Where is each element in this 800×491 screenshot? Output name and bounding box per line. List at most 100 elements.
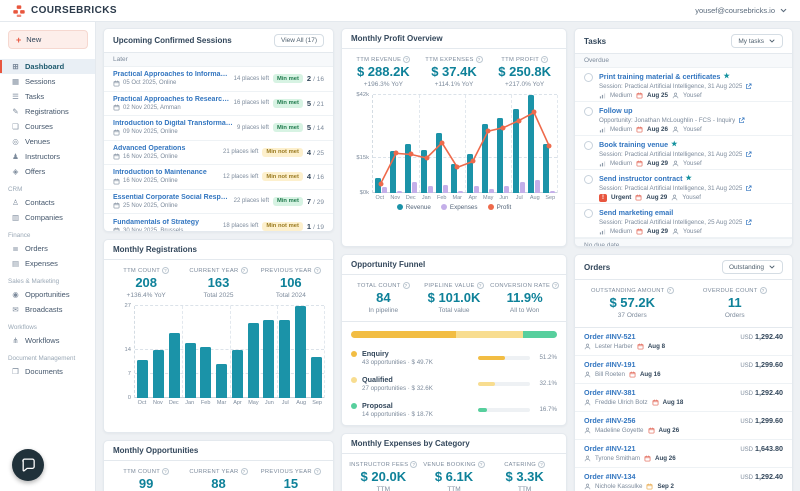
orders-filter-select[interactable]: Outstanding: [722, 260, 783, 274]
sidebar-item-expenses[interactable]: ▤Expenses: [0, 256, 95, 271]
help-icon[interactable]: ?: [241, 267, 248, 274]
help-icon[interactable]: ?: [477, 282, 484, 289]
session-row[interactable]: Advanced Operations16 Nov 2025, Online21…: [104, 141, 333, 166]
chat-button[interactable]: [12, 449, 44, 481]
registrations-bar[interactable]: [216, 364, 227, 398]
sidebar-item-offers[interactable]: ◈Offers: [0, 164, 95, 179]
order-link[interactable]: Order #INV-381: [584, 388, 683, 397]
task-checkbox[interactable]: [584, 73, 593, 82]
task-row[interactable]: Print training material & certificates★S…: [575, 68, 792, 102]
session-row[interactable]: Practical Approaches to Research and...0…: [104, 92, 333, 117]
help-icon[interactable]: ?: [667, 287, 674, 294]
profit-point[interactable]: [516, 118, 521, 123]
help-icon[interactable]: ?: [314, 468, 321, 475]
new-button[interactable]: + New: [8, 30, 88, 49]
sidebar-item-documents[interactable]: ❒Documents: [0, 364, 95, 379]
session-title[interactable]: Introduction to Maintenance: [113, 169, 219, 176]
session-row[interactable]: Introduction to Digital Transformation09…: [104, 116, 333, 141]
session-title[interactable]: Practical Approaches to Research and...: [113, 96, 230, 103]
task-title[interactable]: Send instructor contract★: [599, 174, 783, 183]
order-link[interactable]: Order #INV-134: [584, 472, 674, 481]
sidebar-item-opportunities[interactable]: ◉Opportunities: [0, 287, 95, 302]
profit-point[interactable]: [409, 152, 414, 157]
order-row[interactable]: Order #INV-381Freddie Ulrich BotzAug 18U…: [575, 384, 792, 412]
task-title[interactable]: Book training venue★: [599, 140, 783, 149]
profit-point[interactable]: [532, 110, 537, 115]
task-title[interactable]: Send marketing email: [599, 208, 783, 217]
help-icon[interactable]: ?: [760, 287, 767, 294]
sidebar-item-registrations[interactable]: ✎Registrations: [0, 104, 95, 119]
help-icon[interactable]: ?: [478, 461, 485, 468]
tasks-filter-select[interactable]: My tasks: [731, 34, 783, 48]
task-title[interactable]: Print training material & certificates★: [599, 72, 783, 81]
help-icon[interactable]: ?: [476, 56, 483, 63]
order-link[interactable]: Order #INV-256: [584, 416, 679, 425]
order-row[interactable]: Order #INV-191Bill RoetenAug 16USD 1,299…: [575, 356, 792, 384]
external-link-icon[interactable]: [745, 185, 752, 192]
order-link[interactable]: Order #INV-521: [584, 332, 665, 341]
sidebar-item-venues[interactable]: ◎Venues: [0, 134, 95, 149]
task-checkbox[interactable]: [584, 209, 593, 218]
registrations-bar[interactable]: [153, 350, 164, 398]
help-icon[interactable]: ?: [541, 56, 548, 63]
task-checkbox[interactable]: [584, 141, 593, 150]
order-row[interactable]: Order #INV-121Tyrone SmithamAug 26USD 1,…: [575, 440, 792, 468]
help-icon[interactable]: ?: [314, 267, 321, 274]
task-title[interactable]: Follow up: [599, 106, 783, 115]
help-icon[interactable]: ?: [162, 267, 169, 274]
profit-point[interactable]: [378, 181, 383, 186]
registrations-bar[interactable]: [137, 360, 148, 397]
profit-point[interactable]: [394, 151, 399, 156]
sidebar-item-courses[interactable]: ❏Courses: [0, 119, 95, 134]
external-link-icon[interactable]: [745, 83, 752, 90]
task-row[interactable]: Send instructor contract★Session: Practi…: [575, 170, 792, 204]
funnel-stage-row[interactable]: Enquiry43 opportunities · $ 49.7K51.2%: [342, 345, 566, 371]
session-row[interactable]: Practical Approaches to Information T...…: [104, 67, 333, 92]
task-row[interactable]: Send marketing emailSession: Practical A…: [575, 204, 792, 238]
session-row[interactable]: Fundamentals of Strategy30 Nov 2025, Bru…: [104, 214, 333, 232]
registrations-bar[interactable]: [279, 320, 290, 398]
registrations-bar[interactable]: [232, 350, 243, 398]
help-icon[interactable]: ?: [241, 468, 248, 475]
task-checkbox[interactable]: [584, 175, 593, 184]
order-row[interactable]: Order #INV-256Madeline GoyetteAug 26USD …: [575, 412, 792, 440]
registrations-bar[interactable]: [169, 333, 180, 398]
help-icon[interactable]: ?: [552, 282, 559, 289]
sidebar-item-contacts[interactable]: ♙Contacts: [0, 195, 95, 210]
help-icon[interactable]: ?: [410, 461, 417, 468]
order-link[interactable]: Order #INV-191: [584, 360, 661, 369]
external-link-icon[interactable]: [745, 219, 752, 226]
view-all-button[interactable]: View All (17): [274, 34, 324, 47]
session-title[interactable]: Essential Corporate Social Responsibili.…: [113, 194, 230, 201]
registrations-bar[interactable]: [263, 320, 274, 398]
funnel-stage-row[interactable]: Qualified27 opportunities · $ 32.6K32.1%: [342, 371, 566, 397]
sidebar-item-orders[interactable]: ≣Orders: [0, 241, 95, 256]
registrations-bar[interactable]: [200, 347, 211, 398]
session-row[interactable]: Essential Corporate Social Responsibili.…: [104, 190, 333, 215]
help-icon[interactable]: ?: [162, 468, 169, 475]
help-icon[interactable]: ?: [403, 56, 410, 63]
sidebar-item-dashboard[interactable]: ⊞Dashboard: [0, 59, 95, 74]
sidebar-item-broadcasts[interactable]: ✉Broadcasts: [0, 302, 95, 317]
session-title[interactable]: Practical Approaches to Information T...: [113, 71, 230, 78]
sidebar-item-tasks[interactable]: ☰Tasks: [0, 89, 95, 104]
order-row[interactable]: Order #INV-134Nichole KassulkeSep 2USD 1…: [575, 468, 792, 491]
help-icon[interactable]: ?: [403, 282, 410, 289]
order-row[interactable]: Order #INV-521Lester HarberAug 8USD 1,29…: [575, 328, 792, 356]
registrations-bar[interactable]: [311, 357, 322, 398]
session-title[interactable]: Fundamentals of Strategy: [113, 219, 219, 226]
session-title[interactable]: Advanced Operations: [113, 145, 219, 152]
help-icon[interactable]: ?: [538, 461, 545, 468]
profit-point[interactable]: [455, 165, 460, 170]
order-link[interactable]: Order #INV-121: [584, 444, 676, 453]
task-checkbox[interactable]: [584, 107, 593, 116]
registrations-bar[interactable]: [185, 343, 196, 398]
sidebar-item-workflows[interactable]: ⋔Workflows: [0, 333, 95, 348]
profit-point[interactable]: [486, 129, 491, 134]
task-row[interactable]: Follow upOpportunity: Jonathan McLoughli…: [575, 102, 792, 136]
sidebar-item-instructors[interactable]: ♟Instructors: [0, 149, 95, 164]
task-row[interactable]: Book training venue★Session: Practical A…: [575, 136, 792, 170]
registrations-bar[interactable]: [295, 306, 306, 398]
sidebar-item-companies[interactable]: ▥Companies: [0, 210, 95, 225]
profit-point[interactable]: [424, 155, 429, 160]
